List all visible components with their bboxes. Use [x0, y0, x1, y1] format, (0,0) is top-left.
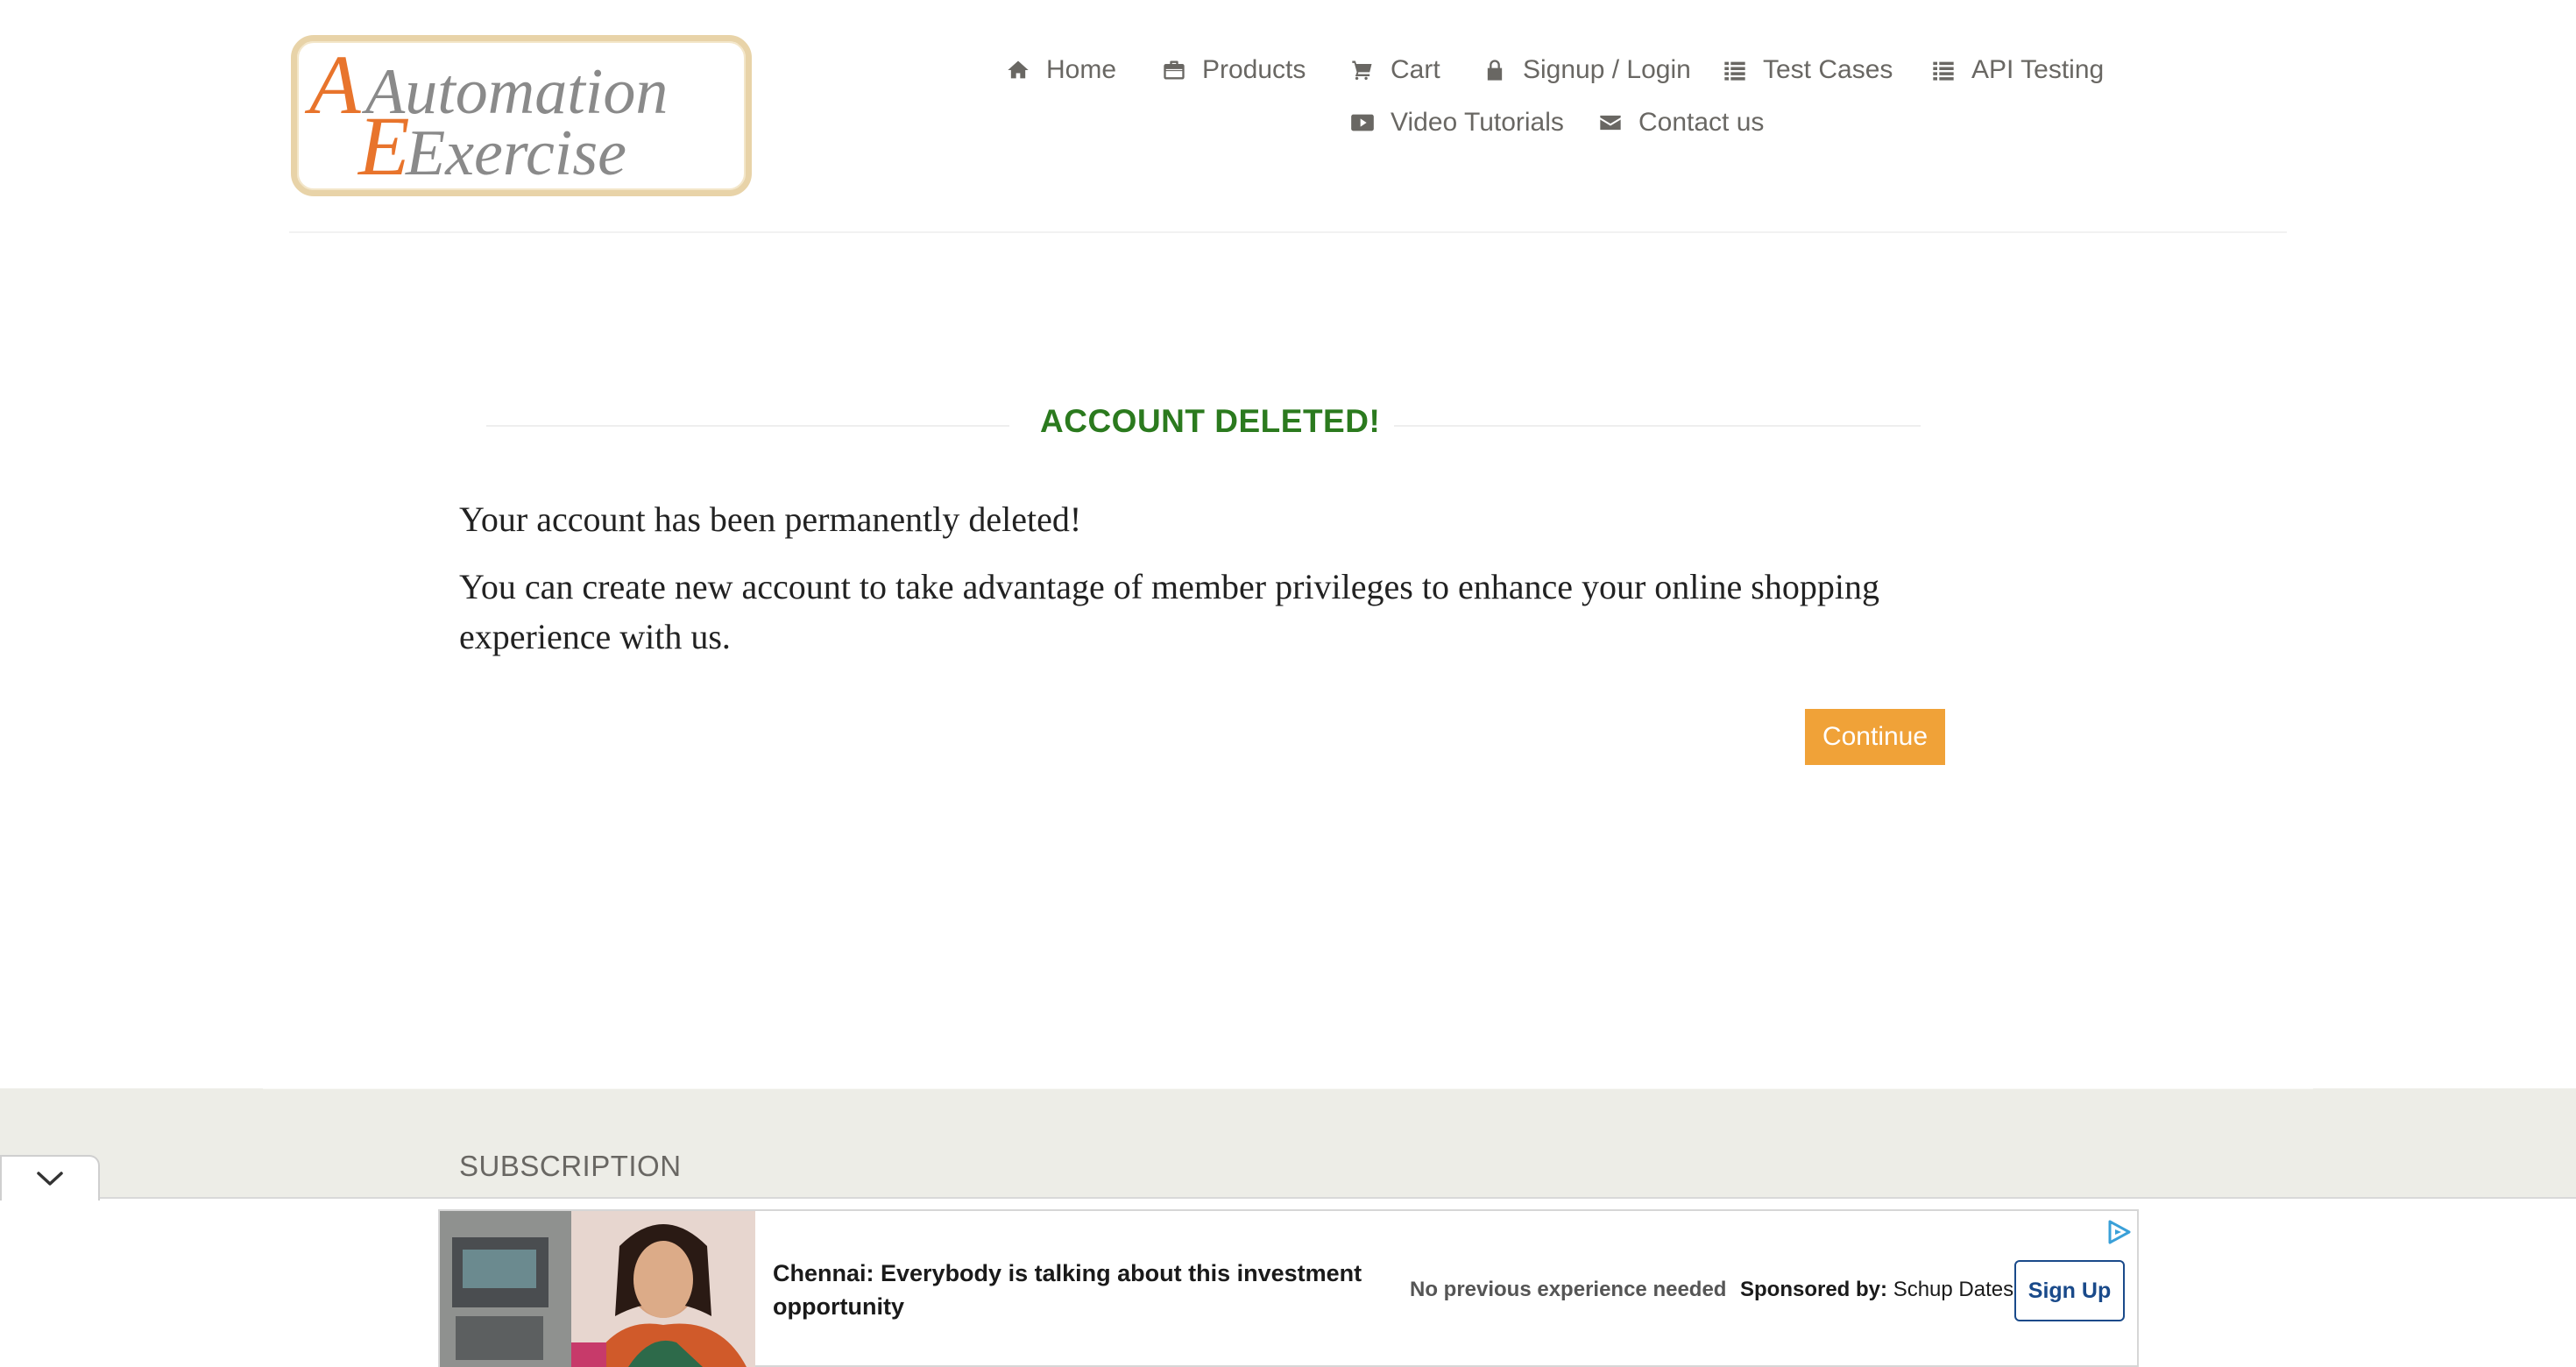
nav-label: Contact us — [1638, 108, 1765, 137]
ad-signup-button[interactable]: Sign Up — [2014, 1260, 2125, 1321]
home-icon — [1008, 60, 1029, 79]
footer-divider — [263, 1087, 2313, 1089]
heading-divider-right — [1394, 425, 1921, 427]
page-title: ACCOUNT DELETED! — [1040, 403, 1381, 439]
envelope-icon — [1600, 115, 1621, 131]
ad-headline[interactable]: Chennai: Everybody is talking about this… — [773, 1257, 1386, 1323]
ad-sponsor: Sponsored by: Schup Dates — [1740, 1278, 2013, 1302]
account-deleted-heading: ACCOUNT DELETED! — [486, 403, 1921, 447]
nav-test-cases[interactable]: Test Cases — [1723, 53, 1893, 88]
nav-contact-us[interactable]: Contact us — [1598, 105, 1764, 140]
ad-subtext: No previous experience needed — [1410, 1278, 1727, 1301]
nav-label: Video Tutorials — [1391, 108, 1564, 137]
nav-home[interactable]: Home — [1006, 53, 1116, 88]
list-icon — [1724, 61, 1745, 81]
nav-label: Products — [1202, 55, 1306, 84]
nav-label: Cart — [1391, 55, 1440, 84]
sponsor-name: Schup Dates — [1893, 1278, 2014, 1301]
site-header: A Automation E Exercise Home Products Ca… — [0, 0, 2576, 233]
nav-label: Test Cases — [1763, 55, 1893, 84]
sponsored-ad[interactable]: Chennai: Everybody is talking about this… — [438, 1209, 2139, 1367]
header-divider — [289, 231, 2287, 233]
svg-text:A: A — [304, 41, 361, 131]
adchoices-icon[interactable] — [2105, 1218, 2133, 1246]
chevron-down-icon — [37, 1172, 63, 1186]
nav-video-tutorials[interactable]: Video Tutorials — [1350, 105, 1564, 140]
member-privileges-message: You can create new account to take advan… — [459, 567, 1879, 656]
cart-icon — [1352, 60, 1372, 81]
list-icon — [1933, 61, 1954, 81]
subscription-heading: SUBSCRIPTION — [459, 1150, 682, 1182]
nav-signup-login[interactable]: Signup / Login — [1483, 53, 1691, 88]
logo-image: A Automation E Exercise — [304, 41, 668, 190]
ad-collapse-button[interactable] — [0, 1155, 100, 1201]
heading-divider-left — [486, 425, 1009, 427]
briefcase-icon — [1164, 60, 1185, 80]
logo-line-2: Exercise — [405, 117, 626, 189]
site-logo[interactable]: A Automation E Exercise — [291, 35, 752, 196]
deleted-message: Your account has been permanently delete… — [459, 499, 1082, 539]
sponsor-prefix: Sponsored by: — [1740, 1278, 1888, 1301]
nav-label: Signup / Login — [1523, 55, 1691, 84]
lock-icon — [1487, 60, 1503, 81]
nav-api-testing[interactable]: API Testing — [1931, 53, 2104, 88]
nav-products[interactable]: Products — [1162, 53, 1306, 88]
continue-button[interactable]: Continue — [1805, 709, 1945, 765]
nav-label: API Testing — [1971, 55, 2105, 84]
nav-label: Home — [1046, 55, 1117, 84]
ad-image — [440, 1211, 755, 1367]
nav-cart[interactable]: Cart — [1350, 53, 1440, 88]
youtube-play-icon — [1351, 114, 1374, 131]
svg-text:E: E — [357, 99, 410, 190]
